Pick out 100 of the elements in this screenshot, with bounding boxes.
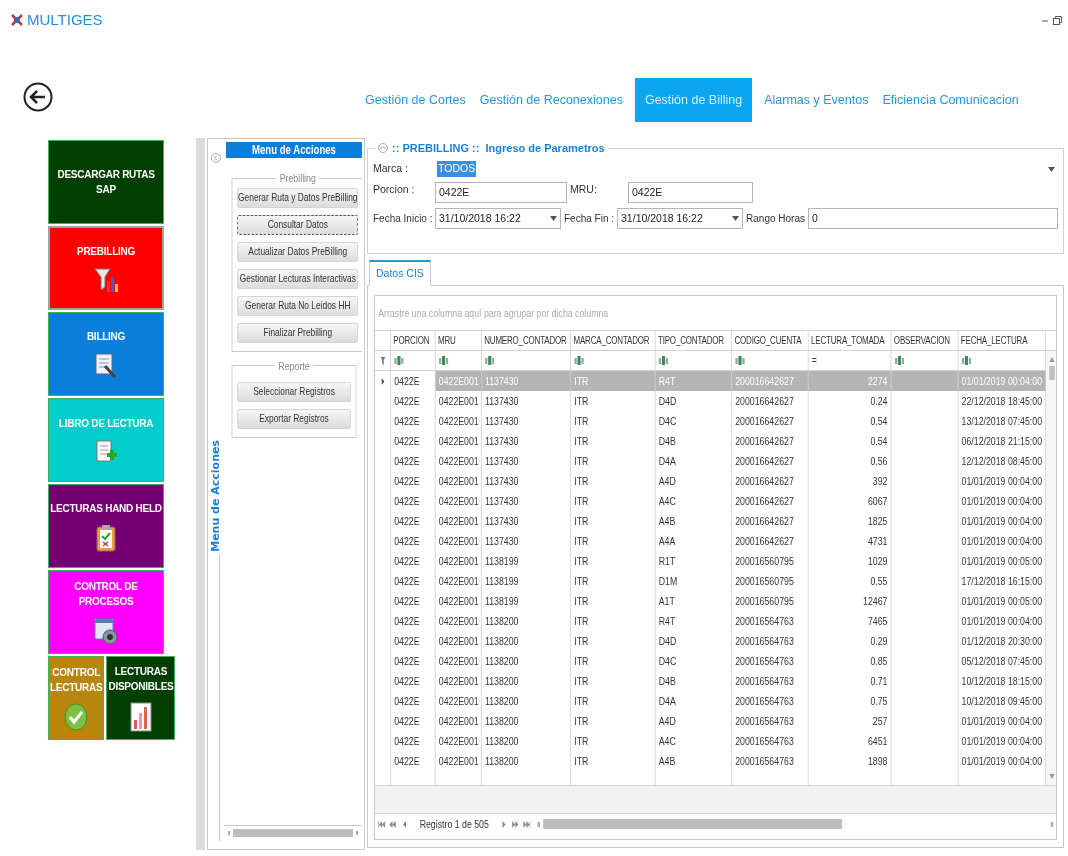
input-field[interactable]: 0422E bbox=[435, 182, 567, 203]
action-button[interactable]: Actualizar Datos PreBilling bbox=[237, 241, 359, 262]
next-icon[interactable] bbox=[500, 820, 508, 828]
action-button[interactable]: Generar Ruta No Leidos HH bbox=[237, 295, 359, 316]
dropdown-caret-icon[interactable] bbox=[550, 216, 557, 221]
group-title: Reporte bbox=[278, 358, 310, 374]
table-cell: 1137430 bbox=[481, 451, 572, 471]
date-field[interactable]: 31/10/2018 16:22 bbox=[617, 208, 744, 229]
column-header[interactable]: MRU bbox=[435, 331, 482, 350]
table-cell: 1138199 bbox=[481, 591, 572, 611]
column-header[interactable]: LECTURA_TOMADA bbox=[808, 331, 892, 350]
table-cell: 0422E bbox=[390, 591, 436, 611]
action-button[interactable]: Exportar Registros bbox=[237, 409, 351, 429]
table-cell: ITR bbox=[571, 751, 656, 771]
text-filter-icon[interactable] bbox=[735, 356, 745, 365]
table-cell: 200016564763 bbox=[732, 611, 809, 631]
table-cell: 10/12/2018 09:45:00 bbox=[958, 691, 1047, 711]
column-header[interactable]: TIPO_CONTADOR bbox=[655, 331, 733, 350]
table-cell: R4T bbox=[655, 611, 733, 631]
collapse-icon[interactable] bbox=[211, 153, 221, 163]
table-cell: 0.75 bbox=[808, 691, 892, 711]
text-filter-icon[interactable] bbox=[438, 356, 449, 365]
last-page-icon[interactable] bbox=[523, 820, 531, 828]
table-cell: 0.54 bbox=[808, 411, 892, 431]
table-cell: 0422E bbox=[390, 711, 436, 731]
scroll-up-icon[interactable] bbox=[1049, 357, 1055, 362]
collapse-icon[interactable] bbox=[378, 143, 388, 154]
table-cell: 01/01/2019 00:04:00 bbox=[958, 491, 1047, 511]
column-header[interactable]: NUMERO_CONTADOR bbox=[481, 331, 572, 350]
text-filter-icon[interactable] bbox=[574, 356, 584, 365]
date-field[interactable]: 31/10/2018 16:22 bbox=[435, 208, 561, 229]
text-filter-icon[interactable] bbox=[485, 356, 495, 365]
column-header[interactable]: FECHA_LECTURA bbox=[958, 331, 1047, 350]
table-cell: D4D bbox=[655, 631, 733, 651]
table-cell: 200016564763 bbox=[732, 671, 809, 691]
dropdown-caret-icon[interactable] bbox=[732, 216, 740, 221]
previous-icon[interactable] bbox=[400, 820, 408, 828]
input-field[interactable]: 0422E bbox=[628, 182, 753, 203]
input-field[interactable]: 0 bbox=[807, 208, 1058, 229]
table-cell: ITR bbox=[571, 471, 656, 491]
table-cell: 200016564763 bbox=[732, 651, 809, 671]
dropdown-caret-icon[interactable] bbox=[1048, 166, 1055, 172]
table-cell: 7465 bbox=[808, 611, 892, 631]
table-cell: 1138200 bbox=[481, 651, 572, 671]
text-filter-icon[interactable] bbox=[658, 356, 669, 365]
menu-tile[interactable]: PREBILLING bbox=[48, 226, 164, 310]
table-cell: 1137430 bbox=[481, 531, 572, 551]
menu-tile[interactable]: DESCARGAR RUTAS SAP bbox=[48, 140, 164, 224]
action-button[interactable]: Consultar Datos bbox=[237, 214, 359, 235]
data-tab[interactable]: Datos CIS bbox=[369, 260, 431, 286]
field-label: Porcion : bbox=[373, 181, 416, 197]
text-filter-icon[interactable] bbox=[894, 356, 905, 365]
action-button[interactable]: Seleccionar Registros bbox=[237, 382, 351, 402]
table-cell: 22/12/2018 18:45:00 bbox=[958, 391, 1047, 411]
menu-tile[interactable]: BILLING bbox=[48, 312, 164, 396]
row-pointer-icon bbox=[381, 377, 385, 385]
panel-side-label[interactable]: Menu de Acciones bbox=[207, 440, 225, 552]
table-cell: ITR bbox=[571, 431, 656, 451]
table-cell: ITR bbox=[571, 671, 656, 691]
table-cell: 1137430 bbox=[481, 471, 572, 491]
table-cell: 0422E001 bbox=[435, 731, 482, 751]
table-cell: 01/01/2019 00:04:00 bbox=[958, 371, 1047, 391]
column-header[interactable]: CODIGO_CUENTA bbox=[732, 331, 809, 350]
table-cell: 05/12/2018 07:45:00 bbox=[958, 651, 1047, 671]
table-cell: A4B bbox=[655, 751, 733, 771]
horizontal-scrollbar[interactable] bbox=[228, 826, 358, 840]
text-filter-icon[interactable] bbox=[961, 356, 972, 365]
action-button[interactable]: Gestionar Lecturas Interactivas bbox=[237, 268, 359, 289]
field-label: Fecha Inicio : bbox=[373, 212, 434, 226]
menu-tile[interactable]: LECTURAS HAND HELD bbox=[48, 484, 164, 568]
filter-operator[interactable]: = bbox=[811, 352, 817, 369]
action-button[interactable]: Finalizar Prebilling bbox=[237, 322, 359, 343]
column-header[interactable]: OBSERVACION bbox=[891, 331, 959, 350]
first-page-icon[interactable] bbox=[378, 820, 386, 828]
table-cell: 0.55 bbox=[808, 571, 892, 591]
window-title: MULTIGES bbox=[27, 9, 103, 30]
vertical-scrollbar[interactable] bbox=[1046, 351, 1056, 785]
table-cell: 01/01/2019 00:05:00 bbox=[958, 551, 1047, 571]
table-cell: 01/01/2019 00:04:00 bbox=[958, 711, 1047, 731]
column-header[interactable]: PORCION bbox=[390, 331, 436, 350]
app-logo-icon bbox=[10, 13, 24, 27]
menu-tile[interactable]: LECTURAS DISPONIBLES bbox=[106, 656, 176, 740]
action-button[interactable]: Generar Ruta y Datos PreBilling bbox=[237, 187, 359, 208]
column-header[interactable]: MARCA_CONTADOR bbox=[571, 331, 656, 350]
table-cell: 0422E001 bbox=[435, 631, 482, 651]
check-icon bbox=[64, 703, 89, 731]
previous-page-icon[interactable] bbox=[389, 820, 397, 828]
next-page-icon[interactable] bbox=[511, 820, 520, 828]
back-icon[interactable] bbox=[23, 82, 53, 112]
group-title: Prebilling bbox=[279, 171, 316, 186]
group-by-hint: Arrastre una columna aquí para agrupar por dicha columna bbox=[378, 305, 609, 321]
horizontal-scrollbar[interactable] bbox=[537, 818, 1054, 830]
table-cell: ITR bbox=[571, 511, 656, 531]
table-cell: 0422E001 bbox=[435, 411, 482, 431]
table-cell: 0422E bbox=[390, 611, 436, 631]
table-cell: 200016564763 bbox=[732, 731, 809, 751]
text-filter-icon[interactable] bbox=[394, 356, 404, 365]
scroll-down-icon[interactable] bbox=[1049, 774, 1055, 779]
table-cell: 4731 bbox=[808, 531, 892, 551]
restore-icon[interactable] bbox=[1053, 15, 1062, 25]
